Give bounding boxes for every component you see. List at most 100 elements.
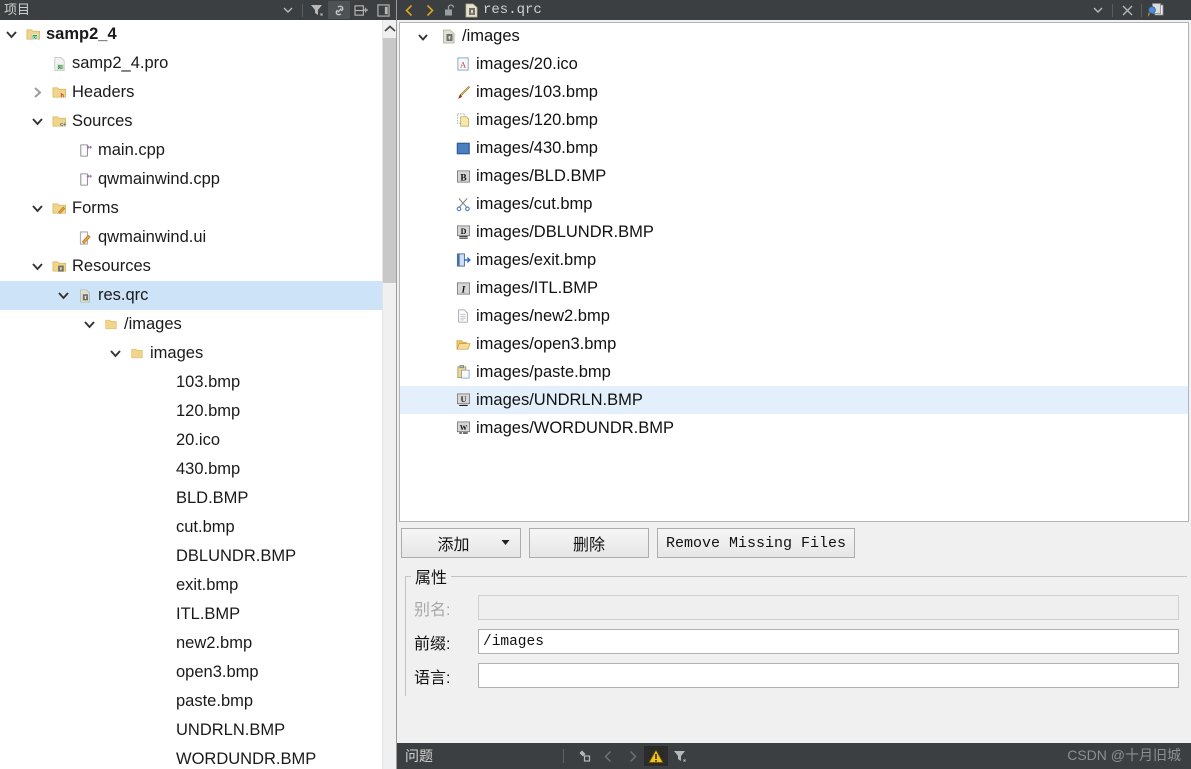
link-icon[interactable] xyxy=(328,1,350,19)
properties-box: 别名: 前缀: 语言: xyxy=(405,576,1187,696)
tree-item-430-bmp[interactable]: 430.bmp xyxy=(0,455,382,484)
tree-item-res-qrc[interactable]: res.qrc xyxy=(0,281,382,310)
problems-title[interactable]: 问题 xyxy=(405,746,555,766)
svg-text:c+: c+ xyxy=(59,122,66,128)
resource-file-row[interactable]: images/new2.bmp xyxy=(400,302,1188,330)
chevron-right-icon[interactable] xyxy=(26,86,48,99)
split-add-icon[interactable] xyxy=(350,1,372,19)
chevron-down-icon[interactable] xyxy=(104,347,126,360)
remove-button[interactable]: 删除 xyxy=(529,528,649,558)
qt-creator-window: 项目 Qt samp2_4 Qt samp2_4.pro h Headers c… xyxy=(0,0,1191,769)
tree-item-120-bmp[interactable]: 120.bmp xyxy=(0,397,382,426)
tree-item-sources[interactable]: c+ Sources xyxy=(0,107,382,136)
tree-item-bld-bmp[interactable]: BLD.BMP xyxy=(0,484,382,513)
add-button[interactable]: 添加 xyxy=(401,528,521,558)
tree-item-20-ico[interactable]: 20.ico xyxy=(0,426,382,455)
tree-item-label: Resources xyxy=(72,257,151,275)
remove-missing-files-button[interactable]: Remove Missing Files xyxy=(657,528,856,558)
tree-item-samp2-4[interactable]: Qt samp2_4 xyxy=(0,20,382,49)
tree-item-new2-bmp[interactable]: new2.bmp xyxy=(0,629,382,658)
resource-file-label: images/WORDUNDR.BMP xyxy=(476,418,675,437)
project-tree[interactable]: Qt samp2_4 Qt samp2_4.pro h Headers c+ Sources m… xyxy=(0,20,382,769)
chevron-left-icon[interactable] xyxy=(399,1,419,19)
editor-tab-title[interactable]: res.qrc xyxy=(481,2,1087,18)
tree-item-samp2-4-pro[interactable]: Qt samp2_4.pro xyxy=(0,49,382,78)
chevron-down-icon[interactable] xyxy=(0,28,22,41)
qrc-editor-body: /images Aimages/20.ico images/103.bmp imag… xyxy=(397,20,1191,769)
tree-item-itl-bmp[interactable]: ITL.BMP xyxy=(0,600,382,629)
resource-file-row[interactable]: Uimages/UNDRLN.BMP xyxy=(400,386,1188,414)
tabbar-separator xyxy=(1112,3,1113,17)
editor-tabbar: res.qrc xyxy=(397,0,1191,20)
exit-door-icon xyxy=(450,252,476,268)
tree-item-exit-bmp[interactable]: exit.bmp xyxy=(0,571,382,600)
tree-item-images[interactable]: images xyxy=(0,339,382,368)
resource-file-row[interactable]: Dimages/DBLUNDR.BMP xyxy=(400,218,1188,246)
resource-file-row[interactable]: images/cut.bmp xyxy=(400,190,1188,218)
caret-down-icon[interactable] xyxy=(495,538,510,548)
next-issue-icon[interactable] xyxy=(620,746,644,766)
tree-item-headers[interactable]: h Headers xyxy=(0,78,382,107)
chevron-down-icon[interactable] xyxy=(78,318,100,331)
filter-icon[interactable] xyxy=(668,746,692,766)
tree-item-qwmainwind-cpp[interactable]: qwmainwind.cpp xyxy=(0,165,382,194)
chevron-down-icon[interactable] xyxy=(26,260,48,273)
prefix-input[interactable] xyxy=(478,629,1179,654)
chevron-right-icon[interactable] xyxy=(419,1,439,19)
resource-file-row[interactable]: Bimages/BLD.BMP xyxy=(400,162,1188,190)
language-input[interactable] xyxy=(478,663,1179,688)
chevron-down-icon[interactable] xyxy=(26,115,48,128)
editor-split-right-icon[interactable] xyxy=(1167,1,1189,19)
collapse-panel-icon[interactable] xyxy=(372,1,394,19)
tree-item-dblundr-bmp[interactable]: DBLUNDR.BMP xyxy=(0,542,382,571)
project-panel-title: 项目 xyxy=(4,2,31,17)
svg-text:Qt: Qt xyxy=(58,65,62,69)
close-icon[interactable] xyxy=(1116,1,1138,19)
tree-item-undrln-bmp[interactable]: UNDRLN.BMP xyxy=(0,716,382,745)
warning-filter-icon[interactable] xyxy=(644,746,668,766)
tree-item-103-bmp[interactable]: 103.bmp xyxy=(0,368,382,397)
scrollbar-thumb[interactable] xyxy=(383,38,396,283)
resource-file-row[interactable]: images/paste.bmp xyxy=(400,358,1188,386)
tree-item-main-cpp[interactable]: main.cpp xyxy=(0,136,382,165)
unlocked-icon[interactable] xyxy=(439,1,461,19)
chevron-down-icon[interactable] xyxy=(410,31,436,43)
split-editor-icon[interactable] xyxy=(1145,1,1167,19)
tree-item-label: res.qrc xyxy=(98,286,149,304)
underline-icon: U xyxy=(450,392,476,408)
resource-file-row[interactable]: Aimages/20.ico xyxy=(400,50,1188,78)
tree-item-qwmainwind-ui[interactable]: qwmainwind.ui xyxy=(0,223,382,252)
dropdown-arrow-icon[interactable] xyxy=(277,1,299,19)
tree-item-paste-bmp[interactable]: paste.bmp xyxy=(0,687,382,716)
resource-file-label: images/exit.bmp xyxy=(476,250,597,269)
tree-item-images[interactable]: /images xyxy=(0,310,382,339)
properties-group: 属性 别名: 前缀: 语言: xyxy=(405,564,1187,743)
properties-legend: 属性 xyxy=(411,564,452,588)
tree-item-label: Sources xyxy=(72,112,133,130)
tree-item-cut-bmp[interactable]: cut.bmp xyxy=(0,513,382,542)
tree-item-wordundr-bmp[interactable]: WORDUNDR.BMP xyxy=(0,745,382,769)
resource-rows: Aimages/20.ico images/103.bmp images/120.b… xyxy=(400,50,1188,442)
resource-file-row[interactable]: images/exit.bmp xyxy=(400,246,1188,274)
alias-input[interactable] xyxy=(478,595,1179,620)
chevron-down-icon[interactable] xyxy=(1087,1,1109,19)
prefix-header-row[interactable]: /images xyxy=(400,23,1188,50)
previous-issue-icon[interactable] xyxy=(596,746,620,766)
chevron-down-icon[interactable] xyxy=(52,289,74,302)
resource-file-row[interactable]: images/120.bmp xyxy=(400,106,1188,134)
project-tree-scrollbar[interactable] xyxy=(382,20,396,769)
resource-file-row[interactable]: images/103.bmp xyxy=(400,78,1188,106)
sources-folder-icon: c+ xyxy=(48,114,70,129)
chevron-down-icon[interactable] xyxy=(26,202,48,215)
tree-item-resources[interactable]: Resources xyxy=(0,252,382,281)
filter-icon[interactable] xyxy=(306,1,328,19)
resource-file-row[interactable]: Iimages/ITL.BMP xyxy=(400,274,1188,302)
resource-file-list[interactable]: /images Aimages/20.ico images/103.bmp imag… xyxy=(399,22,1189,522)
resource-file-row[interactable]: images/430.bmp xyxy=(400,134,1188,162)
clear-icon[interactable] xyxy=(572,746,596,766)
resource-file-row[interactable]: images/open3.bmp xyxy=(400,330,1188,358)
tree-item-forms[interactable]: Forms xyxy=(0,194,382,223)
resource-file-row[interactable]: Wimages/WORDUNDR.BMP xyxy=(400,414,1188,442)
scroll-up-arrow-icon[interactable] xyxy=(383,20,396,37)
tree-item-open3-bmp[interactable]: open3.bmp xyxy=(0,658,382,687)
